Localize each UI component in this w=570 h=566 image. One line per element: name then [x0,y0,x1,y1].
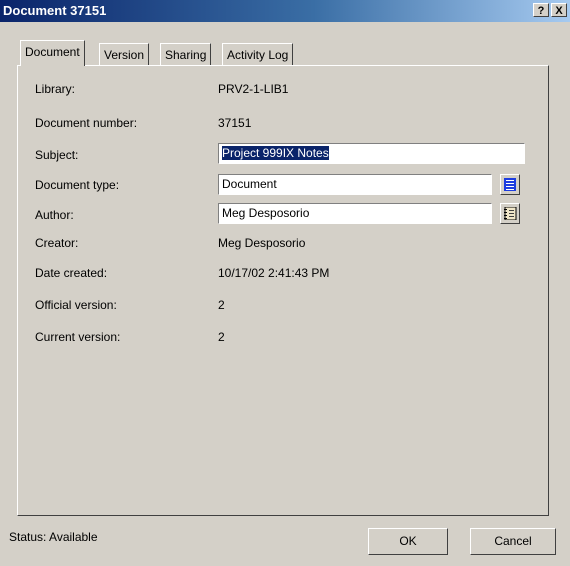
document-type-label: Document type: [35,178,120,192]
document-type-lookup-button[interactable] [500,174,520,195]
creator-value: Meg Desposorio [218,236,306,250]
list-icon [504,178,516,194]
help-button[interactable]: ? [533,3,549,17]
library-value: PRV2-1-LIB1 [218,82,289,96]
window-title: Document 37151 [3,3,107,18]
subject-field-text: Project 999IX Notes [222,146,329,160]
address-book-icon [504,206,517,223]
close-button[interactable]: X [551,3,567,17]
current-version-label: Current version: [35,330,121,344]
author-label: Author: [35,208,74,222]
document-number-value: 37151 [218,116,252,130]
author-field[interactable]: Meg Desposorio [218,203,492,224]
document-type-field-text: Document [222,177,277,191]
tab-document[interactable]: Document [20,40,85,66]
document-number-label: Document number: [35,116,138,130]
official-version-value: 2 [218,298,225,312]
status-text: Status: Available [9,530,98,544]
current-version-value: 2 [218,330,225,344]
library-label: Library: [35,82,76,96]
author-field-text: Meg Desposorio [222,206,310,220]
document-tab-panel [17,65,549,516]
subject-label: Subject: [35,148,79,162]
tab-version[interactable]: Version [99,43,150,65]
document-type-field[interactable]: Document [218,174,492,195]
title-bar: Document 37151 ? X [0,0,570,22]
tab-activity-log[interactable]: Activity Log [222,43,294,65]
subject-field[interactable]: Project 999IX Notes [218,143,525,164]
ok-button[interactable]: OK [368,528,448,555]
cancel-button[interactable]: Cancel [470,528,556,555]
date-created-label: Date created: [35,266,108,280]
date-created-value: 10/17/02 2:41:43 PM [218,266,330,280]
author-lookup-button[interactable] [500,203,520,224]
creator-label: Creator: [35,236,79,250]
tab-sharing[interactable]: Sharing [160,43,212,65]
official-version-label: Official version: [35,298,117,312]
